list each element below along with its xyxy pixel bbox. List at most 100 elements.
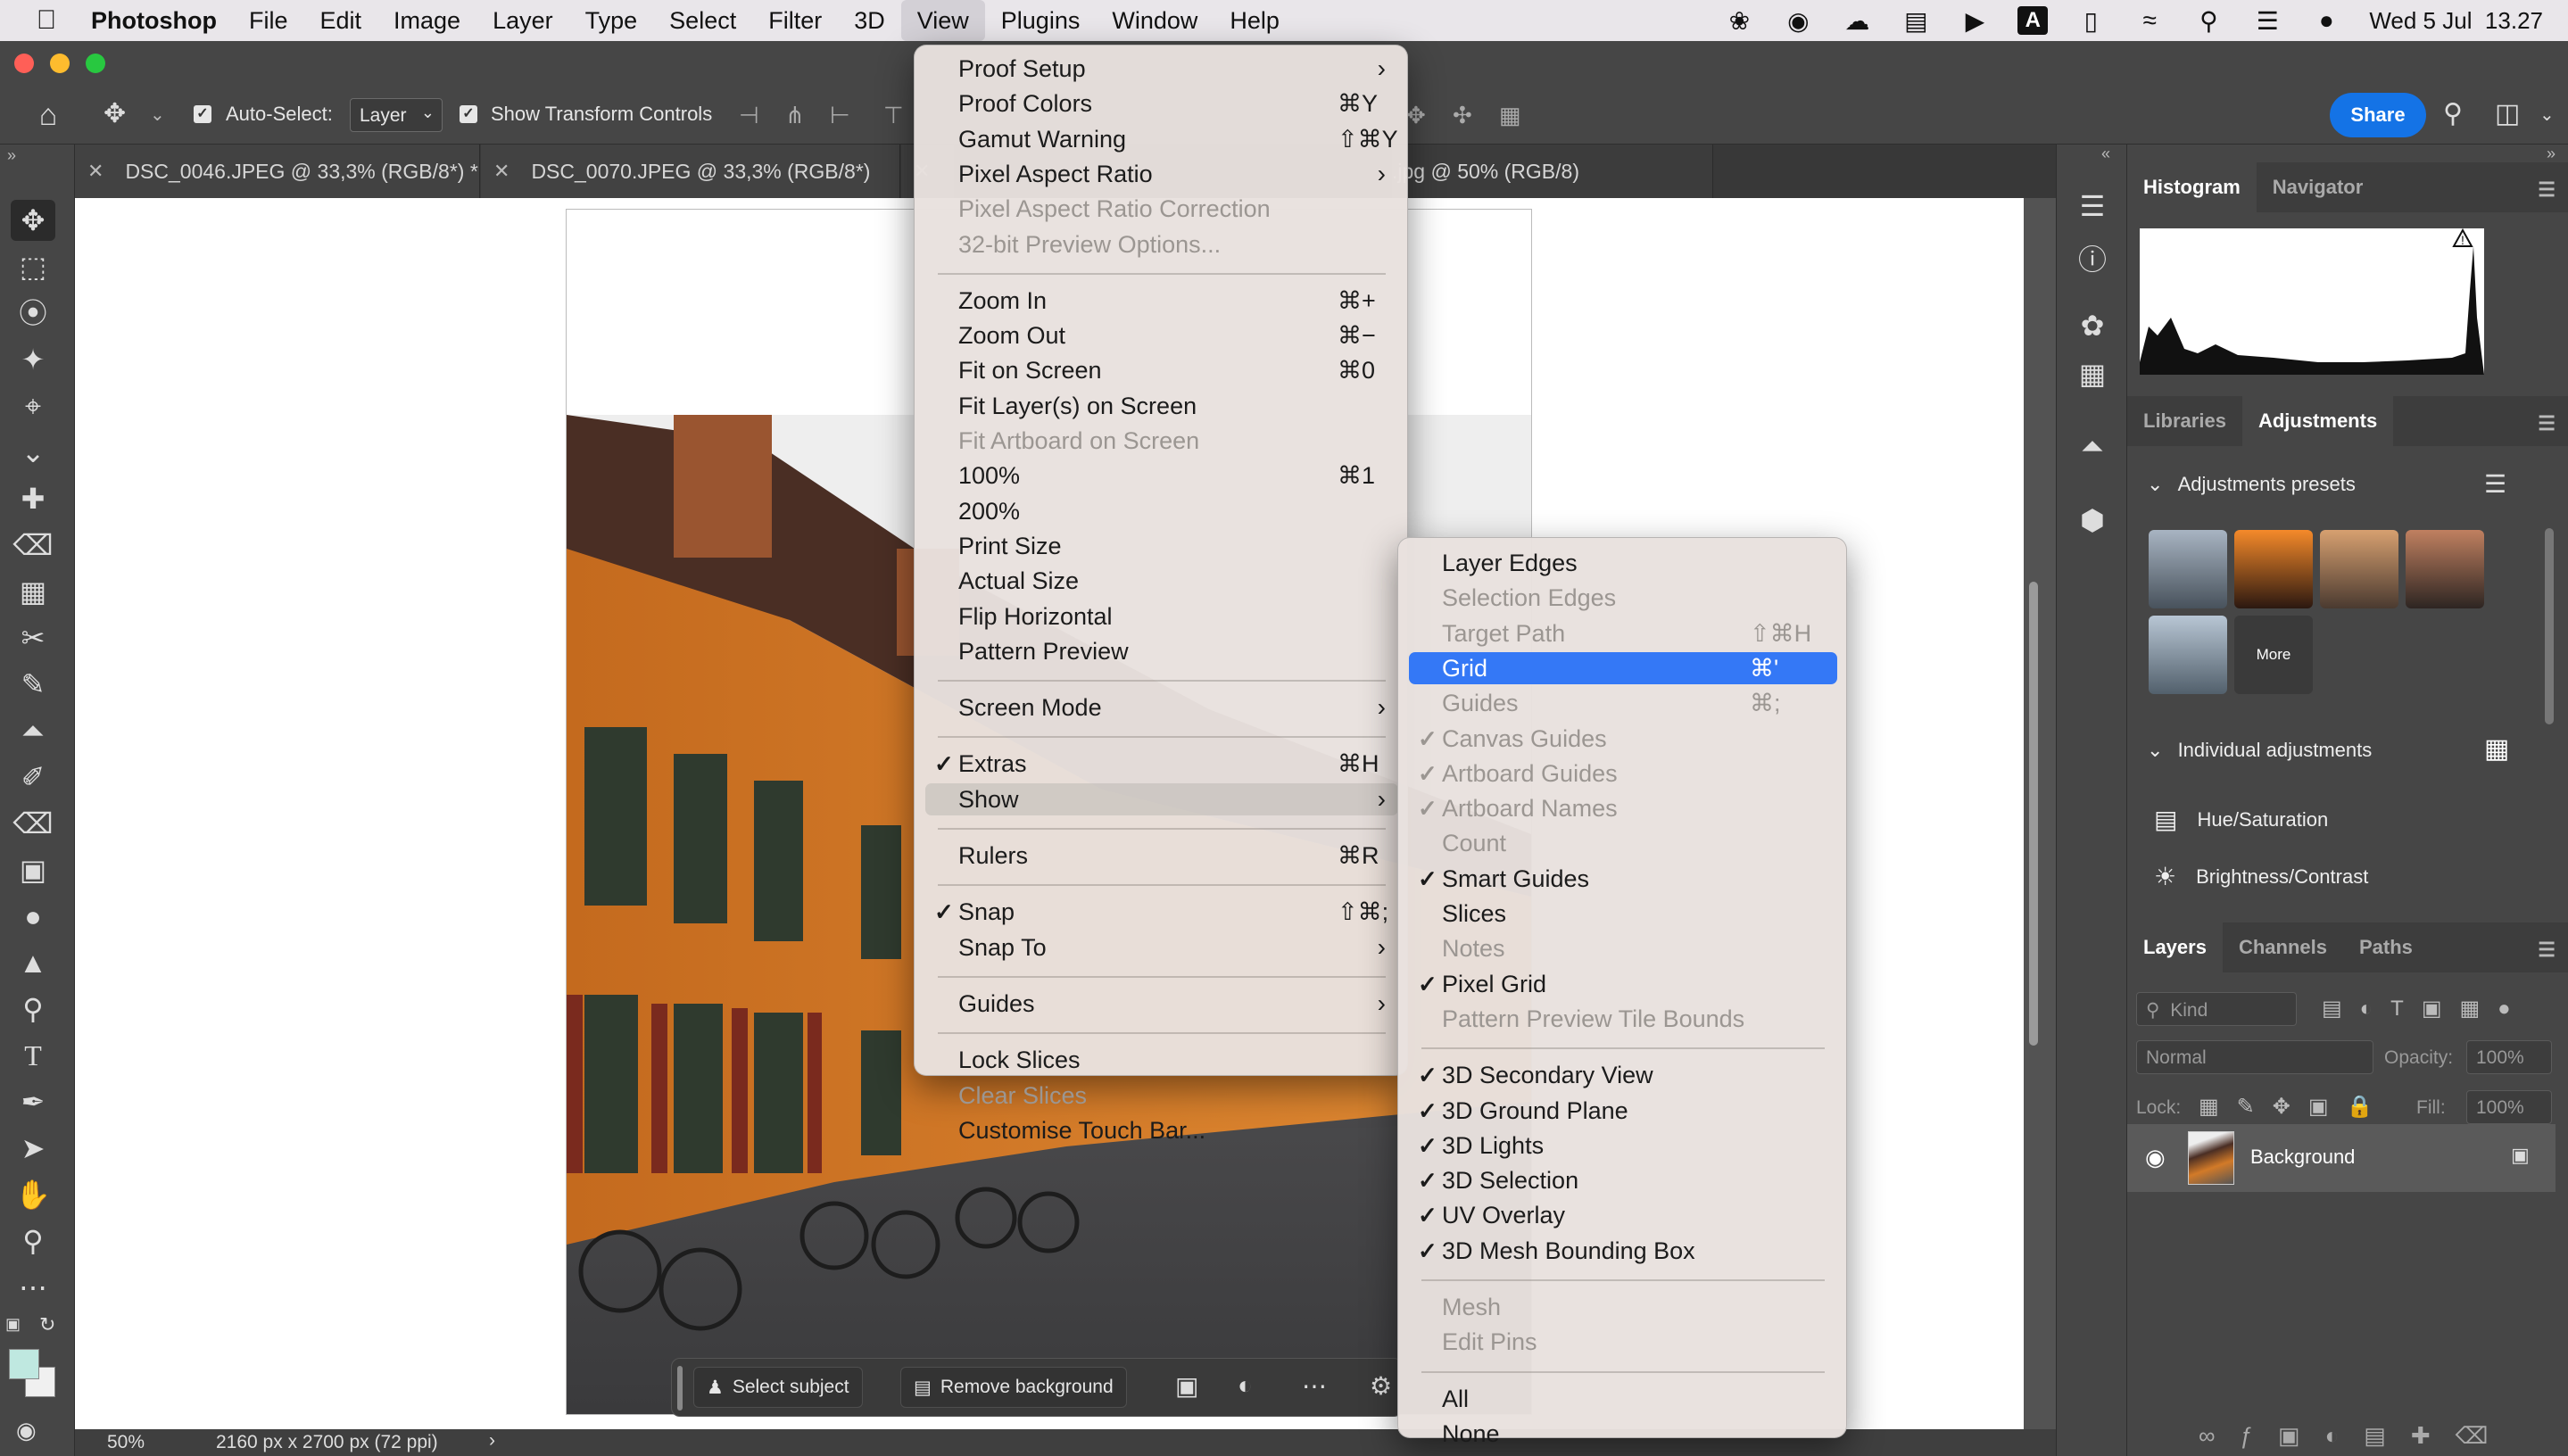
view-menu-item-show[interactable]: Show › xyxy=(925,782,1398,815)
search-icon[interactable]: ⚲ xyxy=(2192,7,2224,35)
show-menu-item-pixel-grid[interactable]: ✓ Pixel Grid xyxy=(1409,968,1837,1000)
view-menu-item-zoom-in[interactable]: Zoom In ⌘+ xyxy=(925,285,1398,317)
document-tab[interactable]: ✕ DSC_0046.JPEG @ 33,3% (RGB/8*) * xyxy=(75,145,480,198)
eyedropper-tool-icon[interactable]: ⌄ xyxy=(11,432,55,473)
siri-icon[interactable]: ● xyxy=(2310,6,2342,34)
view-menu-item-proof-setup[interactable]: Proof Setup › xyxy=(925,53,1398,85)
tab-histogram[interactable]: Histogram xyxy=(2127,162,2257,212)
blend-mode-dropdown[interactable]: Normal xyxy=(2136,1040,2373,1074)
view-menu-item-flip-horizontal[interactable]: Flip Horizontal xyxy=(925,600,1398,633)
show-menu-item-smart-guides[interactable]: ✓ Smart Guides xyxy=(1409,863,1837,895)
panel-menu-icon[interactable]: ☰ xyxy=(2538,939,2556,962)
preset-thumbnail[interactable] xyxy=(2149,530,2227,608)
properties-icon[interactable]: ☰ xyxy=(2075,189,2110,225)
home-icon[interactable]: ⌂ xyxy=(30,98,66,134)
close-tab-icon[interactable]: ✕ xyxy=(87,160,104,183)
grid-view-icon[interactable]: ▦ xyxy=(2484,733,2509,765)
show-menu-item-3d-lights[interactable]: ✓ 3D Lights xyxy=(1409,1129,1837,1162)
view-menu-item-100[interactable]: 100% ⌘1 xyxy=(925,459,1398,492)
pen-tool-icon[interactable]: ✒ xyxy=(11,1081,55,1122)
adjustment-icon[interactable]: ◐ xyxy=(1238,1371,1253,1400)
collapse-panels-icon[interactable]: » xyxy=(2547,145,2556,163)
menu-clock[interactable]: Wed 5 Jul 13.27 xyxy=(2369,7,2543,35)
crop-tool-icon[interactable]: ⌖ xyxy=(11,385,55,426)
view-menu-item-print-size[interactable]: Print Size xyxy=(925,530,1398,562)
layer-filter-kind[interactable]: ⚲ Kind xyxy=(2136,992,2297,1026)
chevron-right-icon[interactable]: › xyxy=(489,1430,495,1452)
frame-tool-icon[interactable]: ▦ xyxy=(11,571,55,612)
scissors-tool-icon[interactable]: ✂ xyxy=(11,617,55,658)
search-icon[interactable]: ⚲ xyxy=(2443,98,2463,129)
play-icon[interactable]: ▶ xyxy=(1959,7,1991,35)
sharpen-tool-icon[interactable]: ▲ xyxy=(11,942,55,983)
view-menu-item-pattern-preview[interactable]: Pattern Preview xyxy=(925,635,1398,667)
view-menu-item-screen-mode[interactable]: Screen Mode › xyxy=(925,691,1398,724)
brush-tool-icon[interactable]: ✎ xyxy=(11,664,55,705)
3d-orbit-icon[interactable]: ✥ xyxy=(1406,102,1426,129)
stamp-icon[interactable]: ⏶ xyxy=(2075,430,2110,466)
view-menu-item-guides[interactable]: Guides › xyxy=(925,988,1398,1020)
show-menu-item-3d-secondary-view[interactable]: ✓ 3D Secondary View xyxy=(1409,1059,1837,1091)
view-menu-item-snap-to[interactable]: Snap To › xyxy=(925,931,1398,964)
stamp-tool-icon[interactable]: ⏶ xyxy=(11,710,55,751)
show-menu-item-3d-ground-plane[interactable]: ✓ 3D Ground Plane xyxy=(1409,1095,1837,1127)
input-source-icon[interactable]: A xyxy=(2017,6,2049,35)
menu-image[interactable]: Image xyxy=(377,0,476,41)
view-menu-item-actual-size[interactable]: Actual Size xyxy=(925,565,1398,597)
list-view-icon[interactable]: ☰ xyxy=(2484,469,2506,499)
minimize-window-button[interactable] xyxy=(50,54,70,73)
marquee-tool-icon[interactable]: ⬚ xyxy=(11,246,55,287)
preset-thumbnail[interactable] xyxy=(2406,530,2484,608)
remove-background-button[interactable]: ▤ Remove background xyxy=(900,1367,1127,1408)
move-tool-icon[interactable]: ✥ xyxy=(104,98,126,129)
dodge-tool-icon[interactable]: ⚲ xyxy=(11,989,55,1030)
panel-menu-icon[interactable]: ☰ xyxy=(2538,412,2556,435)
align-left-icon[interactable]: ⊣ xyxy=(739,102,759,129)
document-info[interactable]: 2160 px x 2700 px (72 ppi) xyxy=(216,1432,438,1453)
share-button[interactable]: Share xyxy=(2330,93,2426,137)
show-menu-item-slices[interactable]: Slices xyxy=(1409,898,1837,930)
preset-thumbnail[interactable] xyxy=(2320,530,2398,608)
apple-icon[interactable]:  xyxy=(27,0,66,41)
quick-mask-icon[interactable]: ◉ xyxy=(16,1417,37,1444)
adjustments-presets-header[interactable]: ⌄ Adjustments presets xyxy=(2147,473,2356,496)
zoom-window-button[interactable] xyxy=(86,54,105,73)
tab-adjustments[interactable]: Adjustments xyxy=(2241,396,2394,446)
zoom-level[interactable]: 50% xyxy=(107,1432,145,1453)
lock-icons[interactable]: ▦✎✥▣🔒 xyxy=(2199,1094,2390,1120)
close-tab-icon[interactable]: ✕ xyxy=(493,160,509,183)
more-options-icon[interactable]: ⋯ xyxy=(1302,1371,1327,1401)
workspace-icon[interactable]: ◫ xyxy=(2495,98,2520,129)
tab-paths[interactable]: Paths xyxy=(2343,922,2429,972)
view-menu-item-fit-on-screen[interactable]: Fit on Screen ⌘0 xyxy=(925,354,1398,386)
swatches-icon[interactable]: ✿ xyxy=(2075,309,2110,344)
creative-cloud-icon[interactable]: ☁ xyxy=(1841,7,1873,35)
battery-icon[interactable]: ▯ xyxy=(2075,7,2107,35)
document-tab[interactable]: ✕ DSC_0070.JPEG @ 33,3% (RGB/8*) xyxy=(481,145,900,198)
document-tab[interactable]: .jpg @ 50% (RGB/8) xyxy=(1392,145,1713,198)
view-menu-item-extras[interactable]: ✓ Extras ⌘H xyxy=(925,748,1398,780)
visibility-eye-icon[interactable]: ◉ xyxy=(2145,1144,2166,1171)
healing-brush-tool-icon[interactable]: ✚ xyxy=(11,478,55,519)
menu-type[interactable]: Type xyxy=(569,0,654,41)
info-icon[interactable]: ⓘ xyxy=(2075,237,2110,276)
drag-handle[interactable] xyxy=(677,1366,683,1410)
close-window-button[interactable] xyxy=(14,54,34,73)
blur-tool-icon[interactable]: ● xyxy=(11,896,55,937)
transform-icon[interactable]: ▣ xyxy=(1175,1371,1198,1401)
more-presets-button[interactable]: More xyxy=(2234,616,2313,694)
view-menu-item-lock-slices[interactable]: Lock Slices xyxy=(925,1044,1398,1076)
fill-field[interactable]: 100% xyxy=(2466,1090,2552,1124)
panel-scrollbar[interactable] xyxy=(2545,528,2554,724)
align-top-icon[interactable]: ⊤ xyxy=(883,102,904,129)
foreground-color-swatch[interactable] xyxy=(9,1349,39,1379)
chevron-down-icon[interactable]: ⌄ xyxy=(2539,103,2555,126)
default-colors-icon[interactable]: ▣ xyxy=(5,1315,21,1334)
opacity-field[interactable]: 100% xyxy=(2466,1040,2552,1074)
3d-pan-icon[interactable]: ✣ xyxy=(1453,102,1472,129)
menu-file[interactable]: File xyxy=(233,0,304,41)
view-menu-item-rulers[interactable]: Rulers ⌘R xyxy=(925,840,1398,872)
eraser-tool-icon[interactable]: ⌫ xyxy=(11,803,55,844)
view-menu-item-customise-touch-bar[interactable]: Customise Touch Bar... xyxy=(925,1114,1398,1146)
collapse-panels-icon[interactable]: « xyxy=(2101,145,2110,163)
